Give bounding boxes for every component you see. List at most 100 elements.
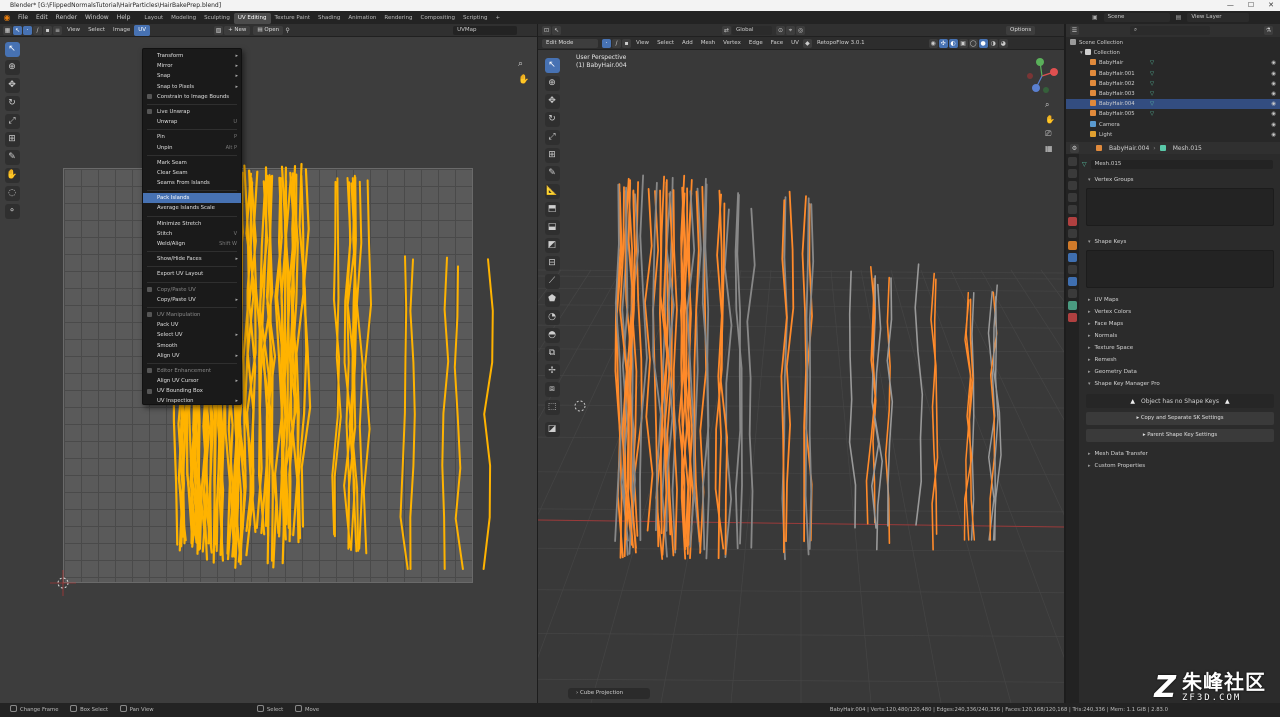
modifier-tab-icon[interactable] <box>1068 253 1077 262</box>
mode-dropdown[interactable]: Edit Mode <box>542 38 598 48</box>
last-operator-panel[interactable]: › Cube Projection <box>568 688 650 699</box>
parent-shape-key-button[interactable]: ▸ Parent Shape Key Settings <box>1086 429 1274 442</box>
viewport-editor-type-icon[interactable]: ⊡ <box>542 25 551 35</box>
visibility-eye-icon[interactable]: ◉ <box>1271 69 1276 79</box>
viewport-options-button[interactable]: Options <box>1006 25 1036 35</box>
collection-row[interactable]: ▾ Collection <box>1066 48 1280 58</box>
panel-shape-key-manager-pro[interactable]: ▾ Shape Key Manager Pro <box>1082 378 1278 390</box>
menu-item-uv-inspection[interactable]: UV Inspection ▸ <box>143 396 241 406</box>
rip-tool-icon[interactable]: ⬚ <box>544 400 560 415</box>
outliner-item[interactable]: BabyHair.001 ▽ ◉ <box>1066 69 1280 79</box>
transform-orientation-icon[interactable]: ⇄ <box>722 25 731 35</box>
shape-keys-list[interactable] <box>1086 250 1274 288</box>
menu-item-clear-seam[interactable]: Clear Seam <box>143 168 241 178</box>
vp-menu-view[interactable]: View <box>632 38 653 49</box>
3d-cursor[interactable] <box>574 400 586 412</box>
shading-solid-icon[interactable]: ● <box>978 38 988 48</box>
outliner-item[interactable]: Camera ◉ <box>1066 120 1280 130</box>
data-tab-icon[interactable] <box>1068 301 1077 310</box>
gizmo-icon[interactable]: ✣ <box>938 38 948 48</box>
tab-compositing[interactable]: Compositing <box>417 13 459 24</box>
mesh-name-field[interactable]: Mesh.015 <box>1090 159 1273 169</box>
outliner-item[interactable]: BabyHair ▽ ◉ <box>1066 58 1280 68</box>
xray-icon[interactable]: ▣ <box>958 38 968 48</box>
vp-menu-edge[interactable]: Edge <box>745 38 767 49</box>
vertex-groups-panel[interactable]: ▾ Vertex Groups <box>1082 174 1278 186</box>
menu-item-select-uv[interactable]: Select UV ▸ <box>143 330 241 340</box>
shading-material-icon[interactable]: ◑ <box>988 38 998 48</box>
scene-selector[interactable]: Scene <box>1103 13 1170 22</box>
perspective-toggle-icon[interactable]: ▦ <box>1045 144 1055 153</box>
outliner-item[interactable]: BabyHair.003 ▽ ◉ <box>1066 89 1280 99</box>
menu-item-constrain-to-image-bounds[interactable]: Constrain to Image Bounds <box>143 92 241 102</box>
shrink-tool-icon[interactable]: ✢ <box>544 364 560 379</box>
uv-2d-cursor[interactable] <box>50 570 76 596</box>
menu-item-minimize-stretch[interactable]: Minimize Stretch <box>143 219 241 229</box>
menu-help[interactable]: Help <box>113 11 135 24</box>
vp-move-tool-icon[interactable]: ✥ <box>544 94 560 109</box>
menu-item-show-hide-faces[interactable]: Show/Hide Faces ▸ <box>143 254 241 264</box>
vertex-groups-list[interactable] <box>1086 188 1274 226</box>
menu-item-unwrap[interactable]: Unwrap U <box>143 117 241 127</box>
minimize-button[interactable]: — <box>1227 0 1234 11</box>
tab-modeling[interactable]: Modeling <box>167 13 200 24</box>
menu-item-uv-bounding-box[interactable]: UV Bounding Box <box>143 386 241 396</box>
shading-render-icon[interactable]: ◕ <box>998 38 1008 48</box>
vp-menu-uv[interactable]: UV <box>787 38 803 49</box>
menu-item-weld-align[interactable]: Weld/Align Shift W <box>143 239 241 249</box>
menu-render[interactable]: Render <box>52 11 81 24</box>
material-tab-icon[interactable] <box>1068 313 1077 322</box>
pivot-icon[interactable]: ⊙ <box>776 25 785 35</box>
visibility-eye-icon[interactable]: ◉ <box>1271 130 1276 140</box>
visibility-eye-icon[interactable]: ◉ <box>1271 109 1276 119</box>
menu-item-average-islands-scale[interactable]: Average Islands Scale <box>143 203 241 213</box>
menu-item-align-uv[interactable]: Align UV ▸ <box>143 351 241 361</box>
checkbox-icon[interactable] <box>147 109 152 115</box>
menu-item-mirror[interactable]: Mirror ▸ <box>143 61 241 71</box>
tab-shading[interactable]: Shading <box>314 13 344 24</box>
visibility-eye-icon[interactable]: ◉ <box>1271 79 1276 89</box>
panel-remesh[interactable]: ▸ Remesh <box>1082 354 1278 366</box>
knife-tool-icon[interactable]: ⟋ <box>544 274 560 289</box>
vp-menu-face[interactable]: Face <box>767 38 787 49</box>
edge-select-icon[interactable]: / <box>612 38 621 48</box>
menu-edit[interactable]: Edit <box>32 11 52 24</box>
polybuild-tool-icon[interactable]: ⬟ <box>544 292 560 307</box>
extrude-tool-icon[interactable]: ⬒ <box>544 202 560 217</box>
tab-sculpting[interactable]: Sculpting <box>200 13 234 24</box>
loopcut-tool-icon[interactable]: ⊟ <box>544 256 560 271</box>
visibility-eye-icon[interactable]: ◉ <box>1271 99 1276 109</box>
checkbox-icon[interactable] <box>147 388 152 394</box>
vp-measure-tool-icon[interactable]: 📐 <box>544 184 560 199</box>
navigation-gizmo[interactable] <box>1026 54 1062 100</box>
properties-type-icon[interactable]: ⚙ <box>1070 143 1079 153</box>
panel-uv-maps[interactable]: ▸ UV Maps <box>1082 294 1278 306</box>
vp-select-tool-icon[interactable]: ↖ <box>544 58 560 73</box>
retopoflow-menu[interactable]: RetopoFlow 3.0.1 <box>813 38 869 49</box>
shear-tool-icon[interactable]: ⧈ <box>544 382 560 397</box>
vp-menu-add[interactable]: Add <box>678 38 697 49</box>
visibility-eye-icon[interactable]: ◉ <box>1271 58 1276 68</box>
menu-item-snap[interactable]: Snap ▸ <box>143 71 241 81</box>
edge-slide-tool-icon[interactable]: ⧉ <box>544 346 560 361</box>
bevel-tool-icon[interactable]: ◩ <box>544 238 560 253</box>
menu-item-export-uv-layout[interactable]: Export UV Layout <box>143 269 241 279</box>
scene-collection-row[interactable]: Scene Collection <box>1066 38 1280 48</box>
menu-item-align-uv-cursor[interactable]: Align UV Cursor ▸ <box>143 376 241 386</box>
panel-normals[interactable]: ▸ Normals <box>1082 330 1278 342</box>
blender-logo-icon[interactable]: ◉ <box>0 13 14 22</box>
menu-item-snap-to-pixels[interactable]: Snap to Pixels ▸ <box>143 82 241 92</box>
custom-properties-panel[interactable]: ▸ Custom Properties <box>1082 460 1278 472</box>
menu-item-mark-seam[interactable]: Mark Seam <box>143 158 241 168</box>
add-cube-tool-icon[interactable]: ◪ <box>544 422 560 437</box>
tab-rendering[interactable]: Rendering <box>380 13 416 24</box>
vp-menu-select[interactable]: Select <box>653 38 678 49</box>
checkbox-icon[interactable] <box>147 94 152 100</box>
visibility-eye-icon[interactable]: ◉ <box>1271 120 1276 130</box>
panel-face-maps[interactable]: ▸ Face Maps <box>1082 318 1278 330</box>
tab-animation[interactable]: Animation <box>344 13 380 24</box>
menu-item-pin[interactable]: Pin P <box>143 132 241 142</box>
maximize-button[interactable]: ☐ <box>1248 0 1254 11</box>
menu-item-stitch[interactable]: Stitch V <box>143 229 241 239</box>
outliner-item[interactable]: BabyHair.005 ▽ ◉ <box>1066 109 1280 119</box>
